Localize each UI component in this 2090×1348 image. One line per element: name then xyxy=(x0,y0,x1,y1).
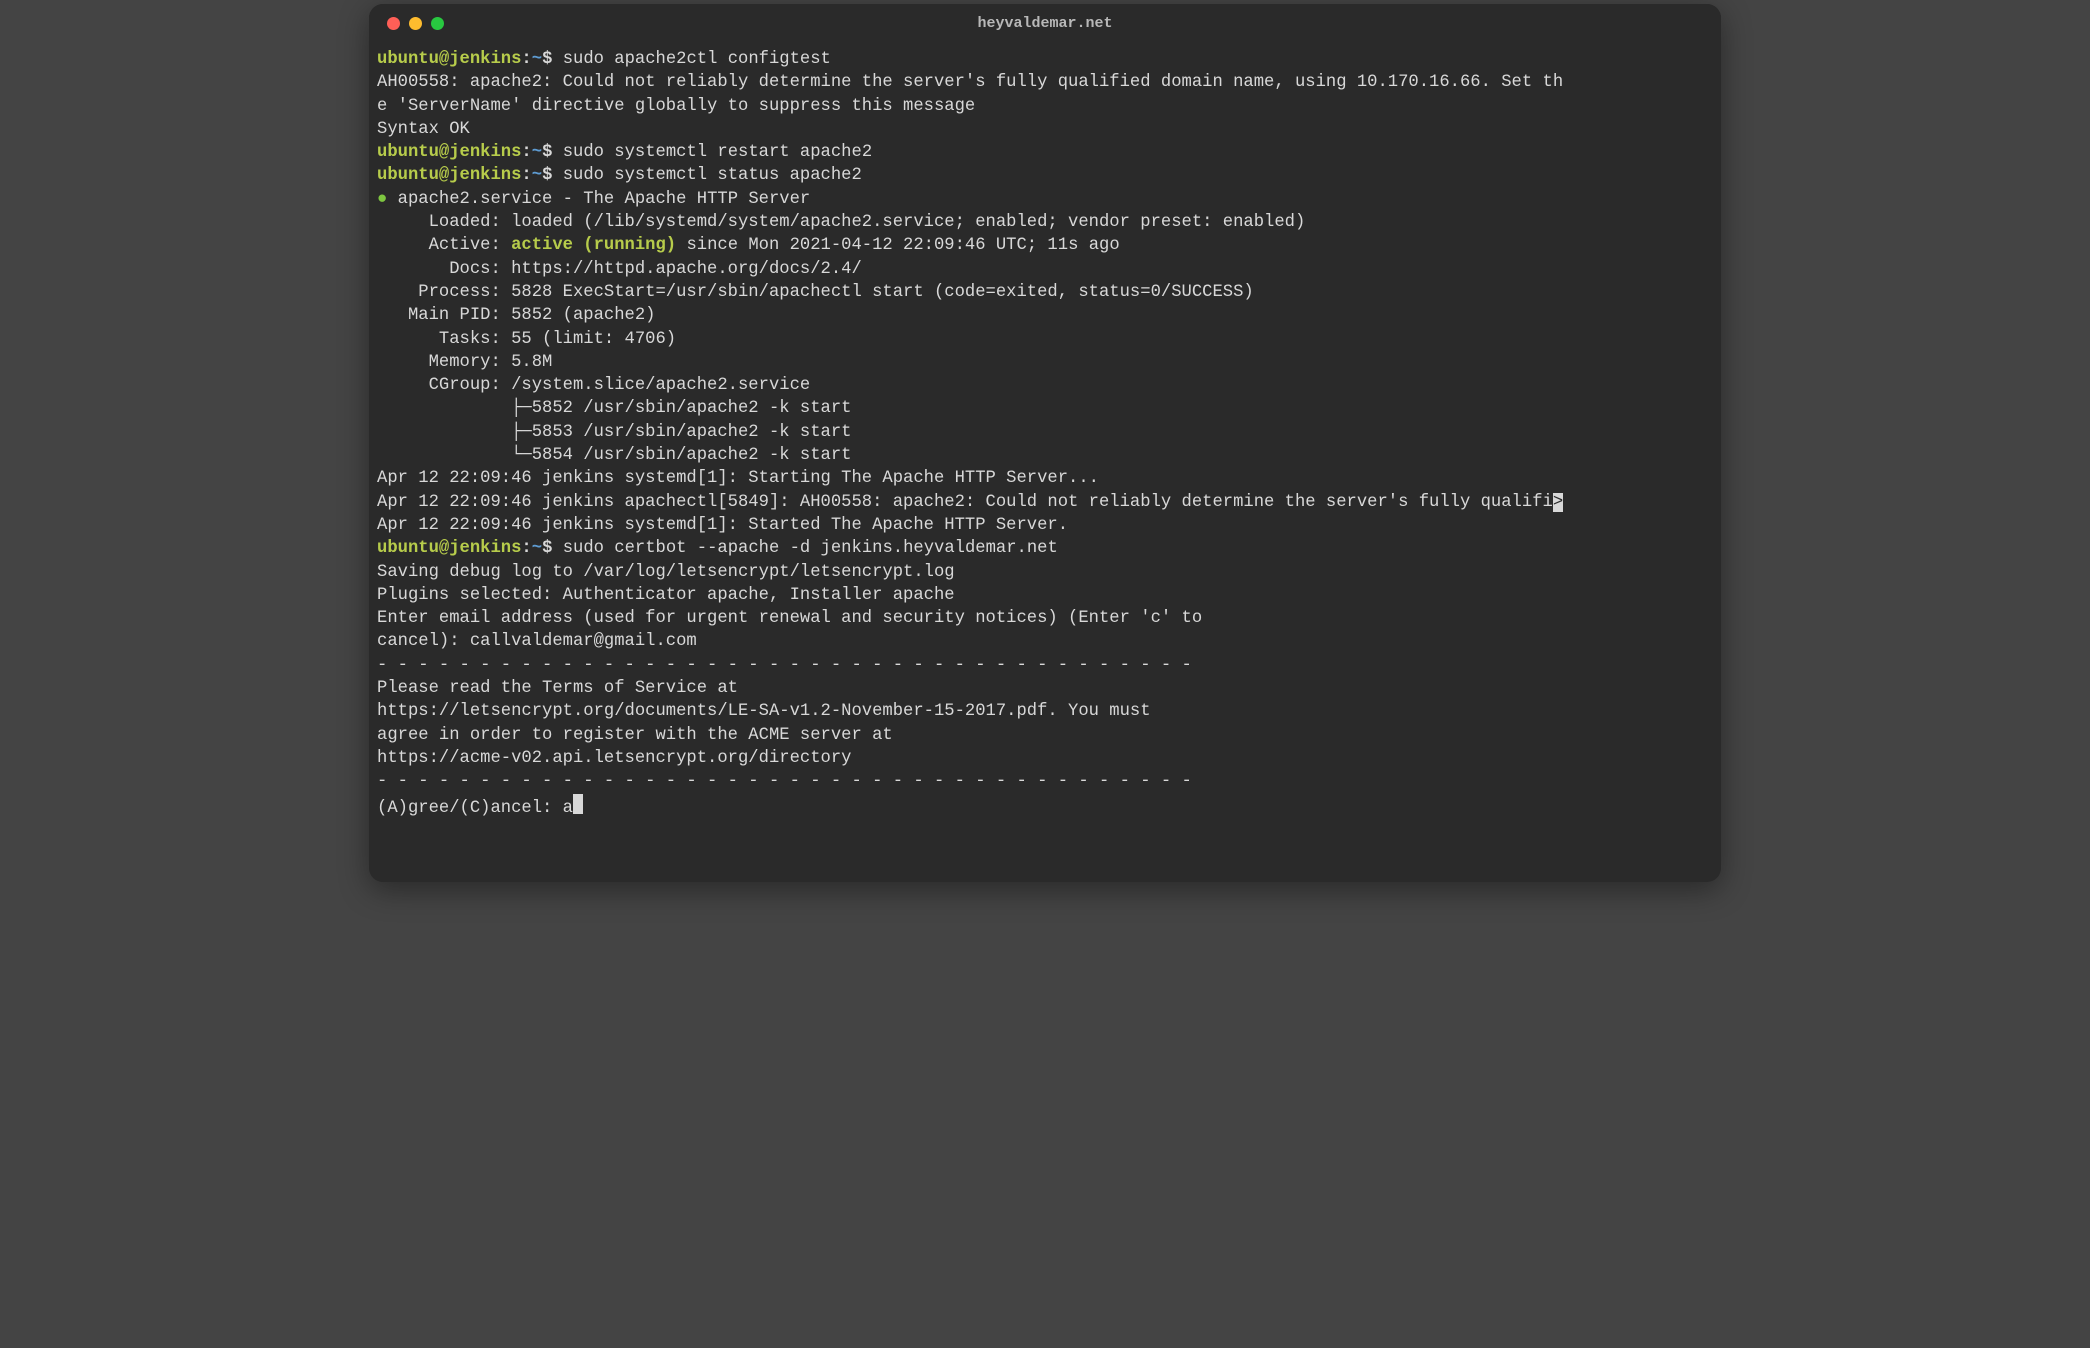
input-prompt[interactable]: (A)gree/(C)ancel: a xyxy=(377,794,1713,820)
prompt-path: ~ xyxy=(532,50,542,69)
output-line: Syntax OK xyxy=(377,118,1713,141)
command-input: sudo systemctl status apache2 xyxy=(563,166,862,185)
close-icon[interactable] xyxy=(387,17,400,30)
status-docs: Docs: https://httpd.apache.org/docs/2.4/ xyxy=(377,258,1713,281)
prompt-line: ubuntu@jenkins:~$ sudo certbot --apache … xyxy=(377,537,1713,560)
status-cgroup: CGroup: /system.slice/apache2.service xyxy=(377,374,1713,397)
status-active-value: active (running) xyxy=(511,236,676,255)
status-process: Process: 5828 ExecStart=/usr/sbin/apache… xyxy=(377,281,1713,304)
divider: - - - - - - - - - - - - - - - - - - - - … xyxy=(377,770,1713,793)
titlebar: heyvaldemar.net xyxy=(369,4,1721,42)
output-line: https://acme-v02.api.letsencrypt.org/dir… xyxy=(377,747,1713,770)
output-line: Please read the Terms of Service at xyxy=(377,677,1713,700)
status-proc: ├─5852 /usr/sbin/apache2 -k start xyxy=(377,397,1713,420)
status-mainpid: Main PID: 5852 (apache2) xyxy=(377,304,1713,327)
log-line: Apr 12 22:09:46 jenkins systemd[1]: Star… xyxy=(377,514,1713,537)
agree-cancel-prompt: (A)gree/(C)ancel: a xyxy=(377,799,573,818)
status-header: ● apache2.service - The Apache HTTP Serv… xyxy=(377,188,1713,211)
window-controls xyxy=(369,17,444,30)
terminal-window: heyvaldemar.net ubuntu@jenkins:~$ sudo a… xyxy=(369,4,1721,882)
truncation-indicator-icon: > xyxy=(1553,493,1563,512)
output-line: e 'ServerName' directive globally to sup… xyxy=(377,95,1713,118)
status-loaded: Loaded: loaded (/lib/systemd/system/apac… xyxy=(377,211,1713,234)
window-title: heyvaldemar.net xyxy=(369,15,1721,32)
status-active: Active: active (running) since Mon 2021-… xyxy=(377,234,1713,257)
command-input: sudo certbot --apache -d jenkins.heyvald… xyxy=(563,539,1058,558)
output-line: agree in order to register with the ACME… xyxy=(377,724,1713,747)
output-line: Saving debug log to /var/log/letsencrypt… xyxy=(377,561,1713,584)
prompt-line: ubuntu@jenkins:~$ sudo apache2ctl config… xyxy=(377,48,1713,71)
terminal-viewport[interactable]: ubuntu@jenkins:~$ sudo apache2ctl config… xyxy=(369,42,1721,882)
status-memory: Memory: 5.8M xyxy=(377,351,1713,374)
command-input: sudo systemctl restart apache2 xyxy=(563,143,872,162)
cursor-icon xyxy=(573,794,583,814)
status-dot-icon: ● xyxy=(377,190,387,209)
divider: - - - - - - - - - - - - - - - - - - - - … xyxy=(377,654,1713,677)
prompt-user-host: ubuntu@jenkins xyxy=(377,50,521,69)
status-proc: └─5854 /usr/sbin/apache2 -k start xyxy=(377,444,1713,467)
prompt-line: ubuntu@jenkins:~$ sudo systemctl status … xyxy=(377,164,1713,187)
output-line: https://letsencrypt.org/documents/LE-SA-… xyxy=(377,700,1713,723)
log-line: Apr 12 22:09:46 jenkins systemd[1]: Star… xyxy=(377,467,1713,490)
log-line: Apr 12 22:09:46 jenkins apachectl[5849]:… xyxy=(377,491,1713,514)
output-line: cancel): callvaldemar@gmail.com xyxy=(377,630,1713,653)
status-proc: ├─5853 /usr/sbin/apache2 -k start xyxy=(377,421,1713,444)
output-line: AH00558: apache2: Could not reliably det… xyxy=(377,71,1713,94)
command-input: sudo apache2ctl configtest xyxy=(563,50,831,69)
zoom-icon[interactable] xyxy=(431,17,444,30)
prompt-line: ubuntu@jenkins:~$ sudo systemctl restart… xyxy=(377,141,1713,164)
minimize-icon[interactable] xyxy=(409,17,422,30)
output-line: Plugins selected: Authenticator apache, … xyxy=(377,584,1713,607)
status-tasks: Tasks: 55 (limit: 4706) xyxy=(377,328,1713,351)
output-line: Enter email address (used for urgent ren… xyxy=(377,607,1713,630)
